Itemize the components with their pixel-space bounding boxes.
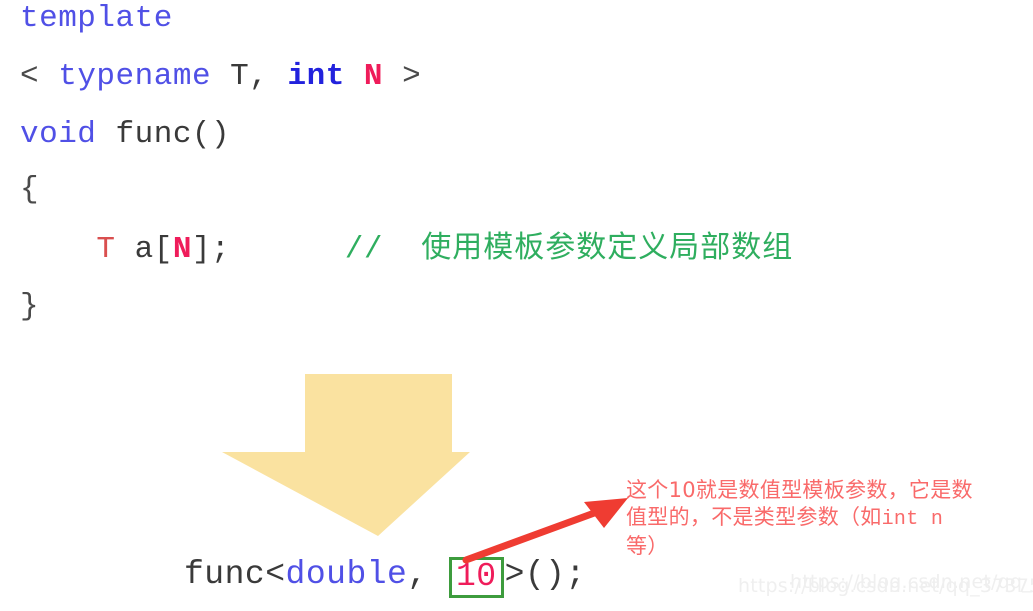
token-angle-close: > — [402, 59, 422, 94]
token-brace-close: } — [20, 289, 40, 324]
token-space-3 — [268, 59, 287, 94]
token-comment-text: 使用模板参数定义局部数组 — [421, 230, 794, 265]
token-nontype-param-n: N — [363, 59, 384, 94]
annotation-text: 这个10就是数值型模板参数，它是数 值型的，不是类型参数（如int n 等） — [626, 477, 1026, 560]
annotation-line-2-text: 值型的，不是类型参数（如 — [626, 505, 882, 529]
annotation-inline-code: int n — [881, 508, 944, 531]
token-comment-gap — [383, 232, 421, 267]
watermark-url-front: https://blog.csdn.net/qq_37375427 — [790, 571, 1033, 593]
token-body-type-t: T — [96, 232, 116, 267]
token-template-keyword: template — [20, 1, 173, 36]
token-void-keyword: void — [20, 117, 97, 152]
code-line-template: template — [20, 2, 173, 36]
token-brace-open: { — [20, 172, 40, 207]
code-line-array-declaration: T a[N]; // 使用模板参数定义局部数组 — [20, 231, 793, 267]
token-space-2 — [211, 59, 230, 94]
token-func-signature: func() — [96, 117, 231, 152]
diagram-canvas: template < typename T, int N > void func… — [0, 0, 1033, 611]
token-space-4 — [345, 59, 364, 94]
down-arrow-icon — [222, 374, 470, 536]
token-comment-slashes: // — [344, 232, 384, 267]
token-angle-open: < — [20, 59, 40, 94]
token-array-close: ]; — [191, 232, 231, 267]
token-array-open: a[ — [115, 232, 173, 267]
code-line-template-params: < typename T, int N > — [20, 60, 421, 94]
token-int-keyword: int — [287, 59, 345, 94]
code-line-brace-open: { — [20, 173, 39, 207]
token-type-param: T, — [230, 59, 269, 94]
token-typename-keyword: typename — [58, 59, 212, 94]
token-space-1 — [39, 59, 58, 94]
token-space-5 — [383, 59, 402, 94]
token-gap — [230, 232, 345, 267]
pointer-arrow-icon — [462, 498, 628, 564]
token-call-separator: , — [407, 556, 448, 593]
token-array-index-n: N — [172, 232, 192, 267]
annotation-line-2: 值型的，不是类型参数（如int n — [626, 504, 1026, 533]
code-line-function-signature: void func() — [20, 118, 230, 152]
annotation-line-1: 这个10就是数值型模板参数，它是数 — [626, 478, 973, 502]
token-call-prefix: func< — [184, 556, 286, 593]
token-call-type-arg: double — [285, 556, 408, 593]
annotation-line-3: 等） — [626, 534, 669, 558]
code-line-brace-close: } — [20, 290, 39, 324]
